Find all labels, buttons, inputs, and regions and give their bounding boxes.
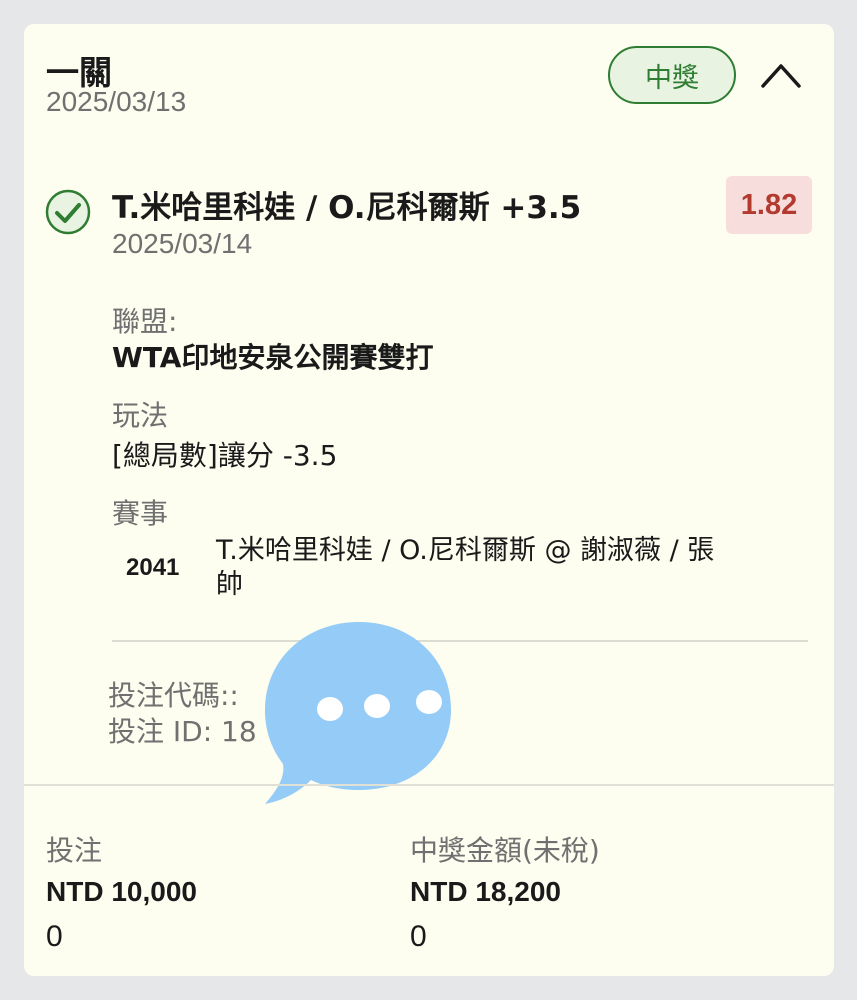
status-badge: 中獎 [608, 46, 736, 104]
bet-id-label: 投注 ID: 18 [108, 715, 257, 748]
chevron-up-icon[interactable] [757, 54, 805, 96]
selection-title: T.米哈里科娃 / O.尼科爾斯 +3.5 [112, 190, 582, 226]
market-label: 玩法 [112, 399, 169, 432]
league-label: 聯盟: [112, 305, 178, 338]
footer-divider [24, 784, 834, 786]
payout-extra: 0 [410, 920, 427, 953]
stake-extra: 0 [46, 920, 63, 953]
speech-bubble-icon [261, 618, 456, 808]
placed-date: 2025/03/13 [46, 86, 187, 117]
stake-value: NTD 10,000 [46, 876, 197, 907]
payout-label: 中獎金額(未稅) [410, 834, 600, 867]
market-value: [總局數]讓分 -3.5 [112, 439, 338, 472]
stake-label: 投注 [46, 834, 103, 867]
bet-code-label: 投注代碼:: [108, 679, 239, 712]
divider [112, 640, 808, 642]
selection-date: 2025/03/14 [112, 228, 253, 259]
league-value: WTA印地安泉公開賽雙打 [112, 341, 434, 374]
bet-card: 一關 2025/03/13 中獎 T.米哈里科娃 / O.尼科爾斯 +3.5 1… [24, 24, 834, 976]
odds-badge: 1.82 [726, 176, 812, 234]
payout-value: NTD 18,200 [410, 876, 561, 907]
event-label: 賽事 [112, 497, 169, 530]
event-id: 2041 [126, 554, 180, 581]
event-name: T.米哈里科娃 / O.尼科爾斯 @ 謝淑薇 / 張帥 [216, 535, 715, 600]
check-circle-icon [44, 188, 92, 236]
